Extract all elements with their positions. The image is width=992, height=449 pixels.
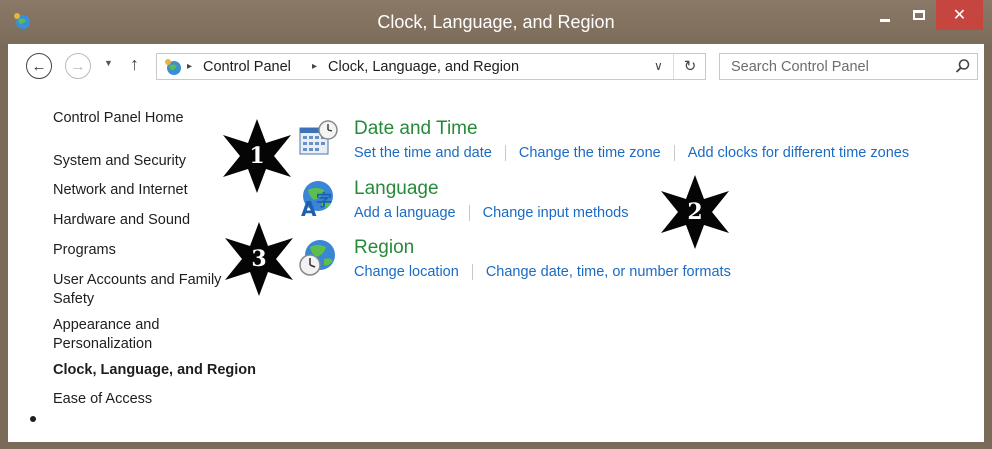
up-button[interactable]: ↑ <box>130 54 139 75</box>
link-divider <box>504 145 506 162</box>
up-arrow-icon: ↑ <box>130 54 139 74</box>
link-change-time-zone[interactable]: Change the time zone <box>519 145 661 161</box>
link-change-location[interactable]: Change location <box>354 264 459 280</box>
breadcrumb-control-panel[interactable]: Control Panel <box>203 59 291 75</box>
calendar-clock-icon[interactable] <box>298 118 338 158</box>
maximize-button[interactable] <box>904 0 934 30</box>
close-icon: ✕ <box>952 7 967 24</box>
back-arrow-icon: ← <box>31 57 47 75</box>
link-set-time-date[interactable]: Set the time and date <box>354 145 492 161</box>
search-placeholder: Search Control Panel <box>731 59 869 75</box>
sidebar-item-control-panel-home[interactable]: Control Panel Home <box>53 109 243 128</box>
sidebar-item-user-accounts[interactable]: User Accounts and Family Safety <box>53 271 237 309</box>
svg-text:A: A <box>301 197 317 218</box>
category-title-date-time[interactable]: Date and Time <box>354 118 478 140</box>
minimize-icon <box>880 18 890 22</box>
forward-arrow-icon: → <box>70 57 86 75</box>
sidebar-item-system-security[interactable]: System and Security <box>53 152 243 171</box>
navigation-bar: ← → ▼ ↑ ▸ Control Panel ▸ Clock, Languag… <box>8 44 984 88</box>
control-panel-icon <box>165 59 181 75</box>
recent-locations-button[interactable]: ▼ <box>104 58 113 68</box>
annotation-number: 2 <box>687 199 703 225</box>
link-change-input-methods[interactable]: Change input methods <box>483 205 629 221</box>
sidebar-item-hardware-sound[interactable]: Hardware and Sound <box>53 211 243 230</box>
search-icon[interactable] <box>955 58 971 74</box>
refresh-button[interactable]: ↻ <box>673 54 706 79</box>
maximize-icon <box>913 10 925 20</box>
breadcrumb-separator-icon[interactable]: ▸ <box>312 61 317 72</box>
link-divider <box>471 264 473 281</box>
forward-button[interactable]: → <box>65 53 91 79</box>
annotation-star-2: 2 <box>656 173 734 251</box>
current-page-bullet-icon <box>30 416 36 422</box>
annotation-number: 3 <box>251 246 267 272</box>
close-button[interactable]: ✕ <box>936 0 983 30</box>
link-divider <box>468 205 470 222</box>
category-title-region[interactable]: Region <box>354 237 414 259</box>
category-links: Add a language Change input methods <box>354 205 629 222</box>
address-bar[interactable]: ▸ Control Panel ▸ Clock, Language, and R… <box>156 53 706 80</box>
category-links: Set the time and date Change the time zon… <box>354 145 909 162</box>
sidebar-item-appearance[interactable]: Appearance and Personalization <box>53 316 183 354</box>
category-links: Change location Change date, time, or num… <box>354 264 731 281</box>
link-add-language[interactable]: Add a language <box>354 205 456 221</box>
chevron-down-icon: ▼ <box>104 58 113 68</box>
annotation-number: 1 <box>249 143 265 169</box>
back-button[interactable]: ← <box>26 53 52 79</box>
link-change-formats[interactable]: Change date, time, or number formats <box>486 264 731 280</box>
annotation-star-1: 1 <box>218 117 296 195</box>
minimize-button[interactable] <box>870 0 900 30</box>
sidebar-item-ease-of-access[interactable]: Ease of Access <box>53 390 243 409</box>
control-panel-window: Clock, Language, and Region ✕ ← → ▼ ↑ ▸ … <box>0 0 992 449</box>
link-add-clocks[interactable]: Add clocks for different time zones <box>688 145 909 161</box>
region-globe-clock-icon[interactable] <box>298 237 338 277</box>
category-title-language[interactable]: Language <box>354 178 439 200</box>
svg-text:字: 字 <box>316 191 332 210</box>
search-input[interactable]: Search Control Panel <box>719 53 978 80</box>
window-title: Clock, Language, and Region <box>377 12 615 32</box>
link-divider <box>673 145 675 162</box>
refresh-icon: ↻ <box>683 58 697 75</box>
sidebar-item-programs[interactable]: Programs <box>53 241 243 260</box>
window-bottom-border <box>0 442 992 449</box>
breadcrumb-clock-language-region[interactable]: Clock, Language, and Region <box>328 59 519 75</box>
sidebar-item-network-internet[interactable]: Network and Internet <box>53 181 243 200</box>
language-globe-icon[interactable]: A 字 <box>298 178 338 218</box>
breadcrumb-separator-icon[interactable]: ▸ <box>187 61 192 72</box>
sidebar-item-clock-language-region: Clock, Language, and Region <box>53 362 257 378</box>
address-dropdown-icon[interactable]: ∨ <box>654 59 663 73</box>
title-bar[interactable]: Clock, Language, and Region ✕ <box>0 0 992 44</box>
content-area: ← → ▼ ↑ ▸ Control Panel ▸ Clock, Languag… <box>8 44 984 442</box>
annotation-star-3: 3 <box>220 220 298 298</box>
